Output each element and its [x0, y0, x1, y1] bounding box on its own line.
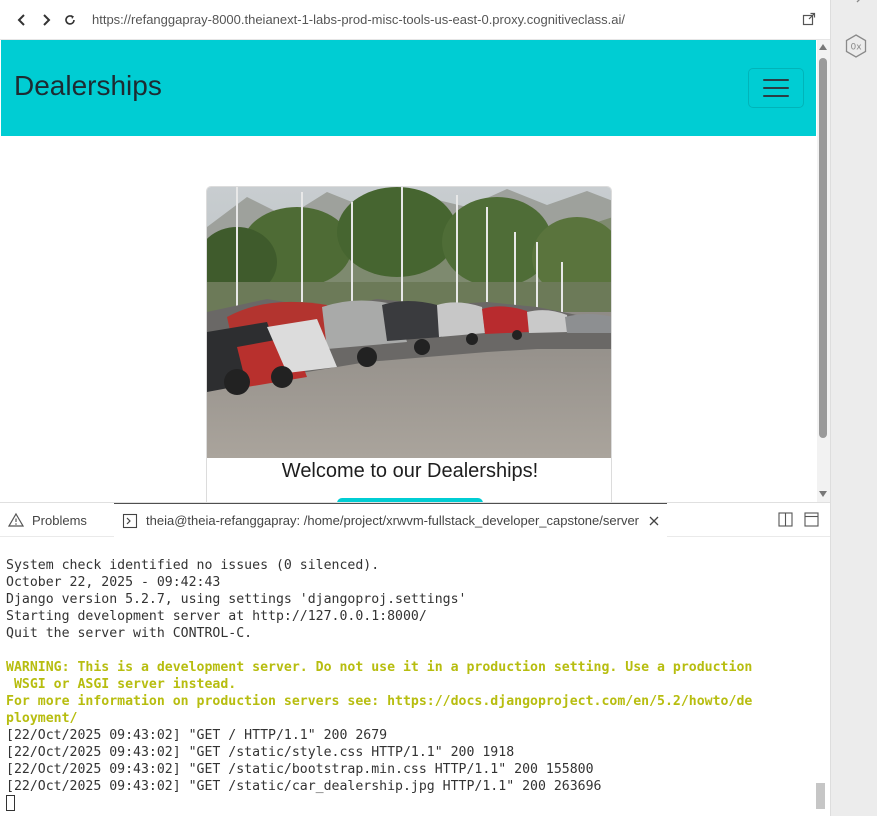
tab-problems-label: Problems	[32, 512, 87, 528]
close-icon[interactable]	[647, 514, 661, 528]
back-button[interactable]	[10, 8, 34, 32]
split-panel-icon[interactable]	[778, 512, 793, 527]
terminal-line: [22/Oct/2025 09:43:02] "GET /static/boot…	[6, 762, 594, 777]
hexagon-ox-icon[interactable]: 0x	[845, 34, 867, 58]
panel-tabbar: Problems theia@theia-refanggapray: /home…	[0, 503, 830, 537]
preview-page: Dealerships Welcome to our Dealerships!	[1, 40, 816, 502]
scroll-down-arrow-icon[interactable]	[819, 491, 827, 497]
card-title: Welcome to our Dealerships!	[281, 460, 539, 482]
url-field[interactable]: https://refanggapray-8000.theianext-1-la…	[92, 12, 625, 27]
reload-icon	[65, 14, 75, 25]
chevron-right-icon	[43, 13, 51, 26]
scroll-up-arrow-icon[interactable]	[819, 44, 827, 50]
car-dealership-image	[207, 187, 611, 458]
terminal-line: Django version 5.2.7, using settings 'dj…	[6, 592, 467, 607]
terminal-line: WSGI or ASGI server instead.	[6, 677, 237, 692]
maximize-panel-icon[interactable]	[804, 512, 819, 527]
terminal-line: [22/Oct/2025 09:43:02] "GET / HTTP/1.1" …	[6, 728, 388, 743]
terminal-line: Starting development server at http://12…	[6, 609, 427, 624]
svg-text:0x: 0x	[850, 43, 862, 53]
tab-problems[interactable]: Problems	[8, 503, 110, 537]
navbar-toggler-button[interactable]	[748, 68, 804, 108]
browser-toolbar: https://refanggapray-8000.theianext-1-la…	[0, 0, 830, 40]
terminal-line: For more information on production serve…	[6, 694, 753, 709]
scroll-thumb[interactable]	[819, 58, 827, 438]
terminal-line: System check identified no issues (0 sil…	[6, 558, 380, 573]
hamburger-icon-line	[763, 87, 789, 89]
hamburger-icon	[763, 79, 789, 81]
terminal-line: [22/Oct/2025 09:43:02] "GET /static/car_…	[6, 779, 602, 794]
tab-terminal[interactable]: theia@theia-refanggapray: /home/project/…	[114, 503, 667, 537]
preview-scrollbar[interactable]	[817, 40, 830, 502]
forward-button[interactable]	[34, 8, 58, 32]
terminal-line: Quit the server with CONTROL-C.	[6, 626, 253, 641]
warning-icon	[8, 512, 24, 527]
extension-icon[interactable]	[848, 0, 864, 4]
terminal-prompt-line[interactable]	[6, 795, 826, 812]
app-window: https://refanggapray-8000.theianext-1-la…	[0, 0, 877, 816]
terminal-line: [22/Oct/2025 09:43:02] "GET /static/styl…	[6, 745, 515, 760]
terminal-scroll-thumb[interactable]	[816, 783, 825, 809]
terminal-cursor	[6, 795, 15, 811]
navbar: Dealerships	[1, 40, 816, 136]
navbar-brand[interactable]: Dealerships	[14, 70, 162, 102]
tab-terminal-label: theia@theia-refanggapray: /home/project/…	[146, 513, 639, 528]
terminal-icon	[122, 513, 138, 528]
reload-button[interactable]	[58, 8, 82, 32]
hamburger-icon-line	[763, 95, 789, 97]
terminal-line: WARNING: This is a development server. D…	[6, 660, 753, 675]
chevron-left-icon	[17, 13, 25, 26]
bottom-panel: Problems theia@theia-refanggapray: /home…	[0, 502, 830, 816]
right-activity-bar: 0x	[830, 0, 877, 816]
welcome-card: Welcome to our Dealerships!	[206, 186, 612, 502]
terminal-line: October 22, 2025 - 09:42:43	[6, 575, 221, 590]
terminal-line: ployment/	[6, 711, 78, 726]
open-external-icon[interactable]	[802, 12, 816, 26]
terminal-output[interactable]: System check identified no issues (0 sil…	[6, 557, 826, 812]
